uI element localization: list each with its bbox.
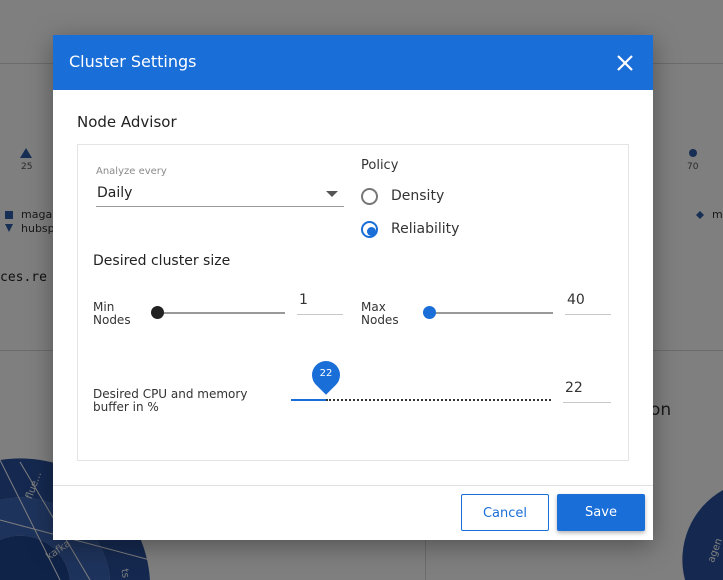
save-button[interactable]: Save xyxy=(557,494,645,531)
radio-label: Density xyxy=(391,188,445,204)
radio-label: Reliability xyxy=(391,221,460,237)
section-title: Node Advisor xyxy=(77,113,177,131)
min-nodes-slider-track[interactable] xyxy=(157,312,285,314)
policy-label: Policy xyxy=(361,158,399,173)
buffer-label: Desired CPU and memory buffer in % xyxy=(93,387,248,414)
close-icon xyxy=(617,55,633,71)
max-nodes-slider-track[interactable] xyxy=(429,312,553,314)
analyze-every-value: Daily xyxy=(97,185,133,201)
footer-divider xyxy=(53,485,653,486)
min-nodes-label: Min Nodes xyxy=(93,300,131,327)
buffer-input[interactable]: 22 xyxy=(563,378,611,403)
radio-density[interactable]: Density xyxy=(361,188,491,210)
min-nodes-slider-thumb[interactable] xyxy=(151,306,164,319)
analyze-every-label: Analyze every xyxy=(96,166,167,177)
cluster-size-title: Desired cluster size xyxy=(93,253,231,269)
max-nodes-label: Max Nodes xyxy=(361,300,399,327)
analyze-every-select[interactable]: Daily xyxy=(96,182,344,207)
caret-down-icon xyxy=(326,191,338,197)
max-nodes-slider-thumb[interactable] xyxy=(423,306,436,319)
radio-reliability[interactable]: Reliability xyxy=(361,221,491,243)
dialog-title: Cluster Settings xyxy=(69,52,197,71)
buffer-slider-track[interactable] xyxy=(326,399,551,401)
radio-unchecked-icon xyxy=(361,188,378,205)
close-button[interactable] xyxy=(615,53,635,73)
min-nodes-input[interactable]: 1 xyxy=(297,290,343,315)
radio-checked-icon xyxy=(361,221,378,238)
dialog-header: Cluster Settings xyxy=(53,35,653,90)
cluster-settings-dialog: Cluster Settings Node Advisor Analyze ev… xyxy=(53,35,653,540)
buffer-slider-pin-value: 22 xyxy=(319,368,333,379)
buffer-slider-fill xyxy=(291,399,326,401)
cancel-button[interactable]: Cancel xyxy=(461,494,549,531)
max-nodes-input[interactable]: 40 xyxy=(565,290,611,315)
node-advisor-panel: Analyze every Daily Policy Density Relia… xyxy=(77,144,629,461)
